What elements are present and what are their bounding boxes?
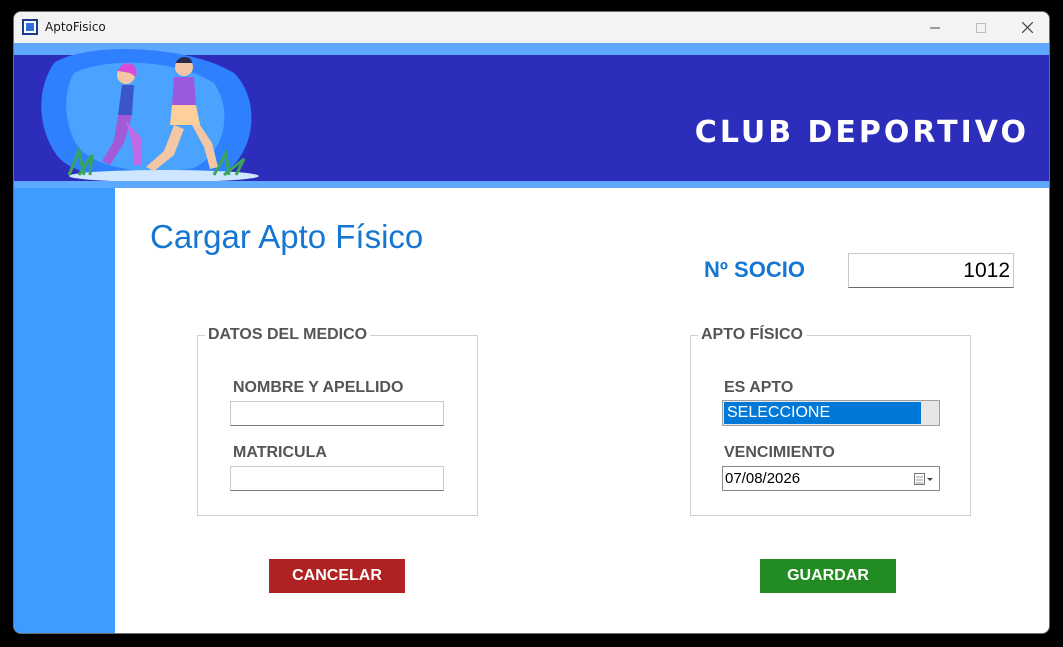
window-title: AptoFisico bbox=[45, 20, 106, 34]
apto-group-legend: APTO FÍSICO bbox=[698, 326, 806, 344]
banner-bottom-strip bbox=[14, 181, 1049, 188]
medico-group-legend: DATOS DEL MEDICO bbox=[205, 326, 371, 344]
header-banner: CLUB DEPORTIVO bbox=[14, 49, 1049, 183]
runners-illustration bbox=[41, 49, 259, 183]
nombre-label: NOMBRE Y APELLIDO bbox=[233, 379, 404, 396]
apto-group: APTO FÍSICO ES APTO SELECCIONE VENCIMIEN… bbox=[690, 326, 971, 516]
vencimiento-value: 07/08/2026 bbox=[725, 470, 801, 487]
medico-group: DATOS DEL MEDICO NOMBRE Y APELLIDO MATRI… bbox=[197, 326, 478, 516]
side-bar bbox=[14, 188, 115, 633]
close-icon bbox=[1021, 22, 1033, 33]
app-window: AptoFisico CLUB DEPORTIVO Cargar Apto Fí… bbox=[13, 11, 1050, 634]
maximize-button[interactable] bbox=[958, 12, 1004, 43]
banner-title: CLUB DEPORTIVO bbox=[694, 115, 1029, 150]
minimize-button[interactable] bbox=[912, 12, 958, 43]
maximize-icon bbox=[976, 22, 986, 33]
socio-label: Nº SOCIO bbox=[704, 257, 805, 282]
save-button[interactable]: GUARDAR bbox=[760, 559, 896, 593]
matricula-label: MATRICULA bbox=[233, 444, 327, 461]
nombre-input[interactable] bbox=[230, 401, 444, 426]
es-apto-selected-value: SELECCIONE bbox=[724, 402, 921, 424]
close-button[interactable] bbox=[1004, 12, 1049, 43]
vencimiento-label: VENCIMIENTO bbox=[724, 444, 835, 461]
socio-number-input[interactable]: 1012 bbox=[848, 253, 1014, 288]
cancel-button[interactable]: CANCELAR bbox=[269, 559, 405, 593]
page-title: Cargar Apto Físico bbox=[150, 218, 424, 255]
matricula-input[interactable] bbox=[230, 466, 444, 491]
vencimiento-date-picker[interactable]: 07/08/2026 bbox=[722, 466, 940, 491]
app-icon bbox=[22, 19, 38, 35]
minimize-icon bbox=[930, 27, 940, 28]
es-apto-select[interactable]: SELECCIONE bbox=[722, 400, 940, 426]
calendar-dropdown-icon[interactable] bbox=[914, 472, 934, 486]
title-bar: AptoFisico bbox=[14, 12, 1049, 43]
es-apto-label: ES APTO bbox=[724, 379, 794, 396]
